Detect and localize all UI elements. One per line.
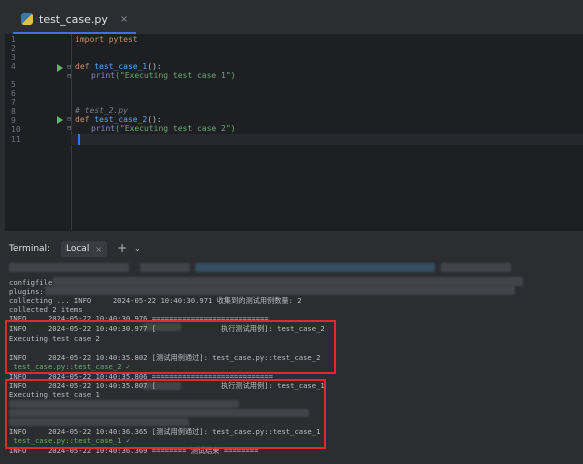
run-gutter-icon[interactable] — [57, 116, 63, 124]
code-line-4: def test_case_1(): — [75, 62, 162, 71]
close-icon[interactable]: × — [95, 245, 102, 254]
redacted-text — [195, 263, 435, 272]
code-line-9: def test_case_2(): — [75, 115, 162, 124]
redacted-text — [9, 263, 129, 272]
def-keyword: def — [75, 62, 95, 71]
line-number: 8 — [11, 107, 16, 116]
editor-gutter: 1 2 3 4 5 6 7 8 9 10 11 ⊟ ⊟ ⊟ ⊟ — [5, 34, 72, 230]
line-number: 11 — [11, 135, 21, 144]
close-icon[interactable]: × — [120, 14, 128, 25]
import-statement: import pytest — [75, 35, 138, 44]
line-number: 4 — [11, 62, 16, 71]
terminal-tab-label: Local — [66, 244, 90, 254]
def-keyword: def — [75, 115, 95, 124]
redacted-text — [53, 277, 523, 286]
current-line-highlight — [71, 134, 583, 145]
run-gutter-icon[interactable] — [57, 64, 63, 72]
string-literal: ("Executing test case 1") — [115, 71, 236, 80]
python-file-icon — [21, 13, 33, 25]
redacted-text — [441, 263, 511, 272]
fold-icon[interactable]: ⊟ — [67, 72, 71, 80]
terminal-title: Terminal: — [9, 244, 51, 254]
line-number: 7 — [11, 98, 16, 107]
terminal-header: Terminal: Local × + ⌄ — [5, 238, 583, 260]
editor-tab-label: test_case.py — [39, 12, 108, 26]
terminal-output[interactable]: configfile plugins: collecting ... INFO … — [5, 260, 583, 464]
redacted-text — [45, 286, 515, 295]
terminal-line: configfile — [9, 278, 53, 287]
editor-tab-bar: test_case.py × — [5, 0, 583, 35]
terminal-line: collected 2 items — [9, 305, 83, 314]
line-number: 10 — [11, 125, 21, 134]
function-name: test_case_2 — [94, 115, 148, 124]
fold-icon[interactable]: ⊟ — [67, 63, 71, 71]
print-builtin: print — [91, 71, 116, 80]
editor-tab-test-case[interactable]: test_case.py × — [13, 6, 137, 34]
code-editor[interactable]: 1 2 3 4 5 6 7 8 9 10 11 ⊟ ⊟ ⊟ ⊟ import p… — [5, 34, 583, 230]
function-name: test_case_1 — [94, 62, 148, 71]
terminal-line: plugins: — [9, 287, 44, 296]
code-line-1: import pytest — [75, 35, 138, 44]
function-signature: (): — [147, 62, 162, 71]
print-builtin: print — [91, 124, 116, 133]
line-number: 3 — [11, 53, 16, 62]
function-signature: (): — [147, 115, 162, 124]
comment: # test_2.py — [75, 106, 128, 115]
fold-icon[interactable]: ⊟ — [67, 124, 71, 132]
code-line-10: print("Executing test case 2") — [91, 124, 236, 133]
line-number: 6 — [11, 89, 16, 98]
text-caret — [78, 134, 80, 145]
fold-icon[interactable]: ⊟ — [67, 115, 71, 123]
line-number: 9 — [11, 116, 16, 125]
terminal-tab-local[interactable]: Local × — [61, 241, 108, 257]
chevron-down-icon[interactable]: ⌄ — [134, 244, 141, 253]
add-terminal-icon[interactable]: + — [117, 241, 127, 255]
code-line-8: # test_2.py — [75, 106, 128, 115]
line-number: 2 — [11, 44, 16, 53]
line-number: 5 — [11, 80, 16, 89]
highlight-box-test-case-2 — [5, 320, 336, 374]
redacted-text — [140, 263, 190, 272]
string-literal: ("Executing test case 2") — [115, 124, 236, 133]
highlight-box-test-case-1 — [5, 379, 326, 449]
line-number: 1 — [11, 35, 16, 44]
code-line-5: print("Executing test case 1") — [91, 71, 236, 80]
